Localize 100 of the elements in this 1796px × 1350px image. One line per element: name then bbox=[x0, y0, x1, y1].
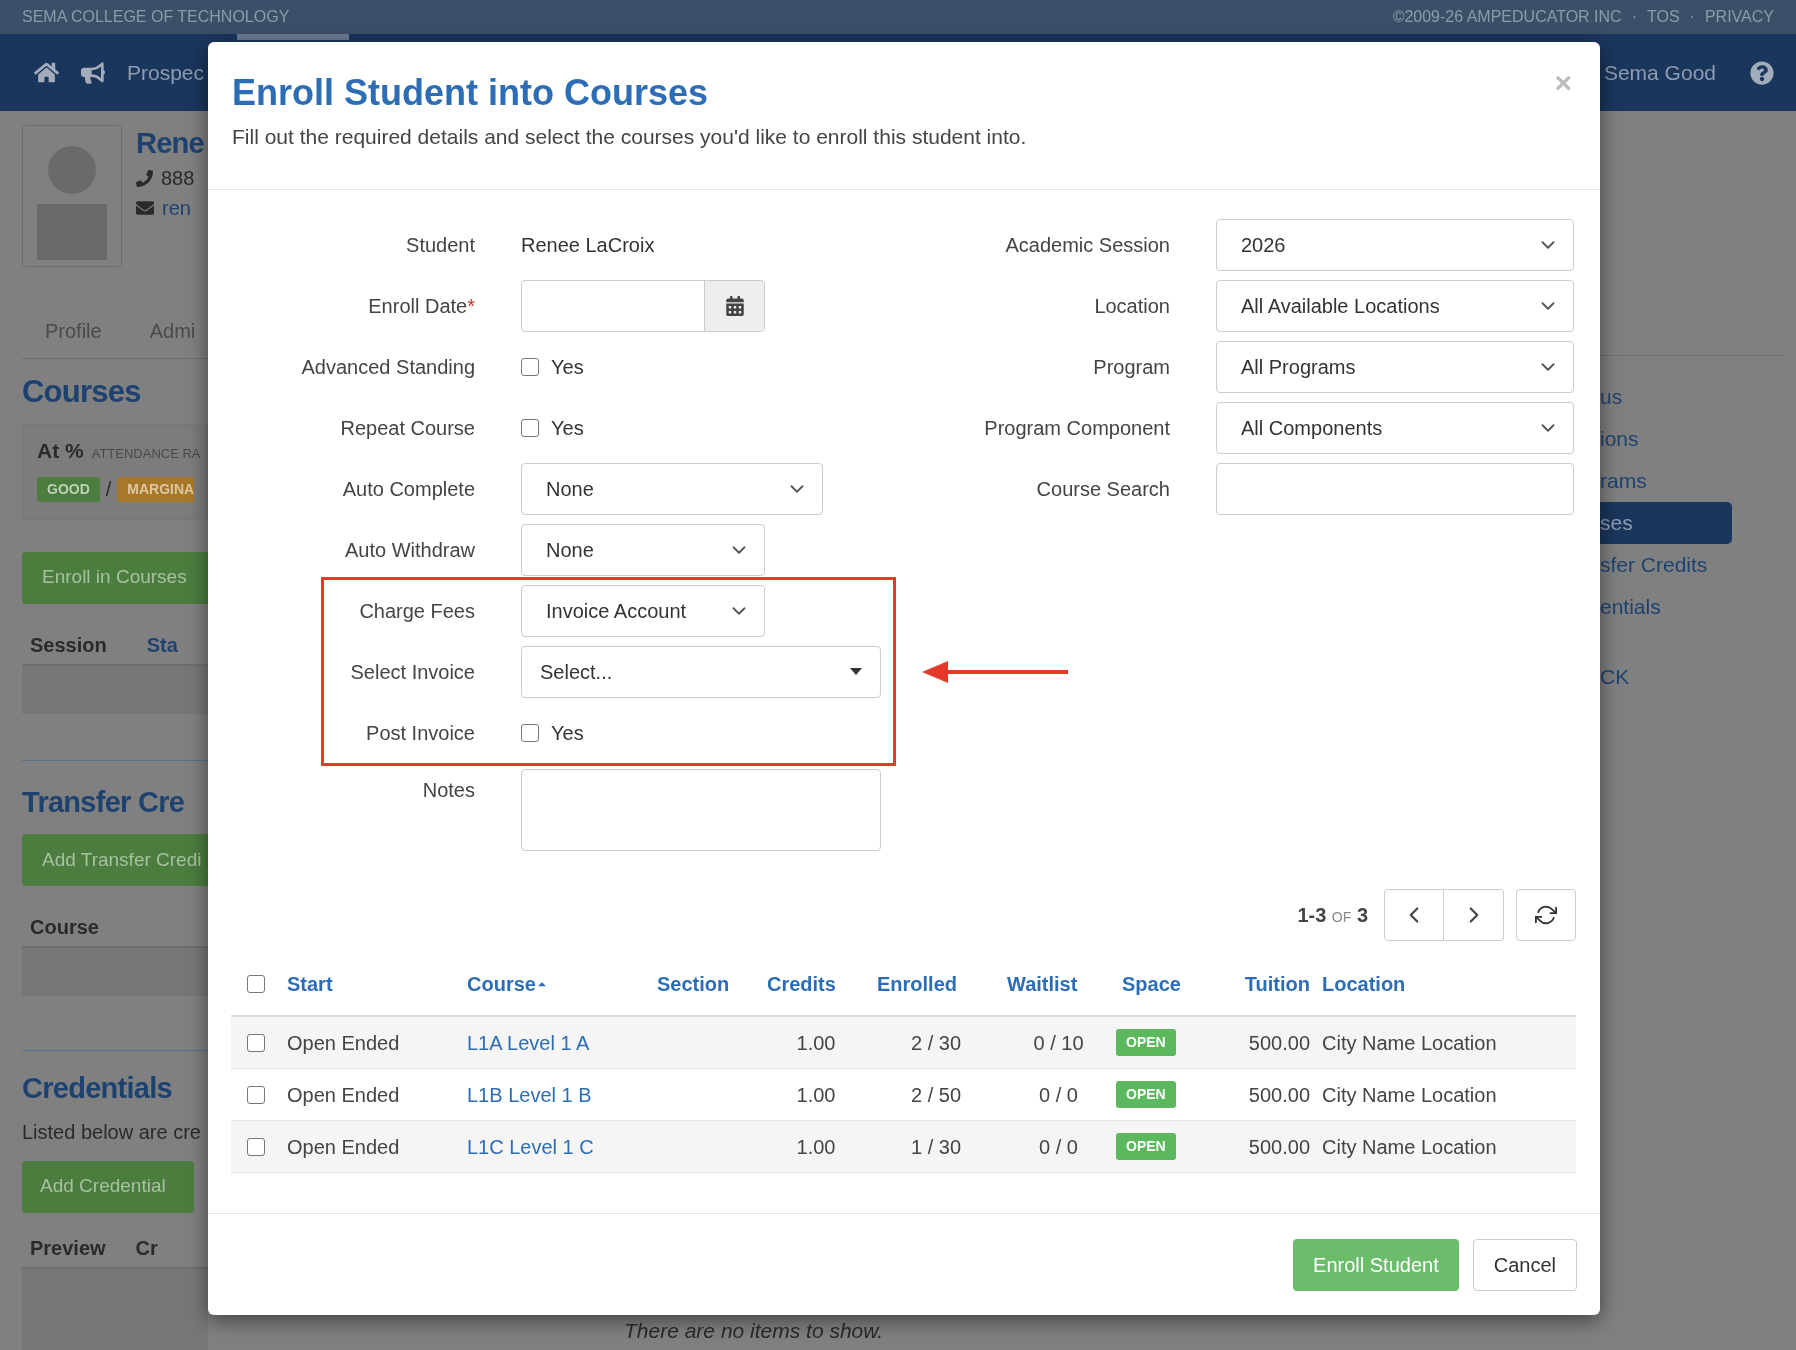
section-heading: Credentials bbox=[22, 1071, 172, 1106]
column-header[interactable]: Section bbox=[657, 969, 730, 999]
field-label: Repeat Course bbox=[340, 415, 475, 441]
table-cell-text: 0 / 0 bbox=[1039, 1082, 1078, 1108]
checkbox[interactable] bbox=[521, 418, 539, 437]
checkbox-label[interactable]: Yes bbox=[551, 351, 584, 382]
status-badge: MARGINA bbox=[117, 476, 195, 502]
table-cell-text: 0 / 0 bbox=[1039, 1134, 1078, 1160]
table-cell-text: 2 / 30 bbox=[910, 1030, 961, 1056]
copyright-text: ©2009-26 AMPEDUCATOR INC bbox=[1392, 7, 1622, 27]
dialog-subtitle: Fill out the required details and select the courses you'd like to enroll this student into. bbox=[232, 124, 1028, 150]
row-checkbox[interactable] bbox=[247, 1033, 265, 1052]
column-header: Preview bbox=[30, 1235, 106, 1261]
select-field[interactable]: All Programs bbox=[1216, 340, 1574, 393]
separator-text: / bbox=[105, 477, 112, 502]
side-nav-item[interactable]: ses bbox=[1600, 502, 1732, 544]
course-link[interactable]: L1A Level 1 A bbox=[467, 1027, 590, 1058]
user-name[interactable]: Sema Good bbox=[1603, 56, 1716, 89]
field-label: Academic Session bbox=[1005, 232, 1170, 258]
help-icon[interactable] bbox=[1750, 60, 1774, 85]
column-header[interactable]: Course bbox=[467, 969, 536, 999]
cancel-button[interactable]: Cancel bbox=[1472, 1238, 1577, 1291]
checkbox-label[interactable]: Yes bbox=[551, 412, 584, 443]
table-cell-text: Open Ended bbox=[287, 1082, 400, 1108]
phone-text: 888 bbox=[161, 166, 195, 192]
empty-message: There are no items to show. bbox=[624, 1317, 884, 1344]
select-field[interactable]: Invoice Account bbox=[521, 584, 765, 637]
select-field[interactable]: None bbox=[521, 523, 765, 576]
phone-icon bbox=[136, 169, 153, 187]
row-checkbox[interactable] bbox=[247, 1137, 265, 1156]
field-label: Enroll Date* bbox=[368, 293, 475, 319]
table-cell-text: 1.00 bbox=[796, 1030, 836, 1056]
section-description: Listed below are cre bbox=[22, 1119, 202, 1145]
table-cell-text: 1.00 bbox=[796, 1082, 836, 1108]
megaphone-icon[interactable] bbox=[81, 60, 105, 85]
field-label: Program bbox=[1093, 354, 1170, 380]
email-icon bbox=[136, 199, 154, 218]
date-field[interactable] bbox=[521, 279, 765, 332]
pager-text: 1-3 OF 3 bbox=[1297, 903, 1368, 928]
table-cell-text: 500.00 bbox=[1248, 1082, 1310, 1108]
select-field[interactable]: 2026 bbox=[1216, 218, 1574, 271]
table-cell-text: City Name Location bbox=[1322, 1134, 1497, 1160]
notes-field[interactable] bbox=[521, 769, 881, 851]
nav-item[interactable]: Prospec bbox=[127, 56, 205, 89]
status-badge: GOOD bbox=[37, 476, 100, 502]
field-label: Auto Withdraw bbox=[344, 537, 475, 563]
field-label: Select Invoice bbox=[350, 659, 475, 685]
column-header[interactable]: Start bbox=[287, 969, 333, 999]
column-header[interactable]: Location bbox=[1322, 969, 1406, 999]
column-header[interactable]: Enrolled bbox=[877, 969, 957, 999]
course-link[interactable]: L1B Level 1 B bbox=[467, 1079, 592, 1110]
refresh-button[interactable] bbox=[1516, 889, 1576, 941]
table-cell-text: 500.00 bbox=[1248, 1030, 1310, 1056]
field-label: Advanced Standing bbox=[301, 354, 475, 380]
table-cell-text: 2 / 50 bbox=[910, 1082, 961, 1108]
checkbox-label[interactable]: Yes bbox=[551, 717, 584, 748]
field-label: Notes bbox=[422, 778, 475, 803]
refresh-icon bbox=[1535, 904, 1557, 926]
select-field[interactable]: All Components bbox=[1216, 401, 1574, 454]
column-header[interactable]: Credits bbox=[767, 969, 836, 999]
section-heading: Courses bbox=[22, 373, 141, 411]
dialog-title: Enroll Student into Courses bbox=[232, 71, 708, 115]
column-header[interactable]: Space bbox=[1122, 969, 1181, 999]
separator-dot: · bbox=[1631, 7, 1637, 27]
column-header: Course bbox=[30, 915, 99, 940]
course-link[interactable]: L1C Level 1 C bbox=[467, 1131, 594, 1162]
table-cell-text: 500.00 bbox=[1248, 1134, 1310, 1160]
row-checkbox[interactable] bbox=[247, 1085, 265, 1104]
table-cell-text: City Name Location bbox=[1322, 1030, 1497, 1056]
field-label: Charge Fees bbox=[359, 598, 475, 624]
field-label: Program Component bbox=[984, 415, 1170, 441]
footer-link[interactable]: PRIVACY bbox=[1704, 5, 1774, 29]
status-badge: OPEN bbox=[1116, 1133, 1176, 1160]
calendar-icon[interactable] bbox=[724, 295, 745, 316]
table-cell-text: City Name Location bbox=[1322, 1082, 1497, 1108]
column-header[interactable]: Tuition bbox=[1244, 969, 1310, 999]
table-cell-text: Open Ended bbox=[287, 1030, 400, 1056]
table-cell-text: 1 / 30 bbox=[910, 1134, 961, 1160]
select-field[interactable]: All Available Locations bbox=[1216, 279, 1574, 332]
student-name: Rene bbox=[136, 126, 204, 161]
footer-link[interactable]: TOS bbox=[1647, 5, 1680, 29]
school-name: SEMA COLLEGE OF TECHNOLOGY bbox=[22, 7, 290, 27]
column-header[interactable]: Waitlist bbox=[1007, 969, 1078, 999]
select-all-checkbox[interactable] bbox=[247, 975, 265, 993]
search-field[interactable] bbox=[1216, 462, 1574, 515]
table-cell-text: 1.00 bbox=[796, 1134, 836, 1160]
status-badge: OPEN bbox=[1116, 1081, 1176, 1108]
field-label: Location bbox=[1094, 293, 1170, 319]
field-label: Course Search bbox=[1036, 476, 1170, 502]
table-cell-text: 0 / 10 bbox=[1033, 1030, 1084, 1056]
separator-dot: · bbox=[1689, 7, 1695, 27]
home-icon[interactable] bbox=[34, 60, 59, 85]
select-field[interactable]: None bbox=[521, 462, 823, 515]
select-field[interactable]: Select... bbox=[521, 645, 881, 698]
caret-icon bbox=[850, 668, 862, 675]
checkbox[interactable] bbox=[521, 357, 539, 376]
field-label: Auto Complete bbox=[342, 476, 475, 502]
checkbox[interactable] bbox=[521, 723, 539, 742]
table-cell-text: Open Ended bbox=[287, 1134, 400, 1160]
column-header: Cr bbox=[135, 1235, 158, 1261]
